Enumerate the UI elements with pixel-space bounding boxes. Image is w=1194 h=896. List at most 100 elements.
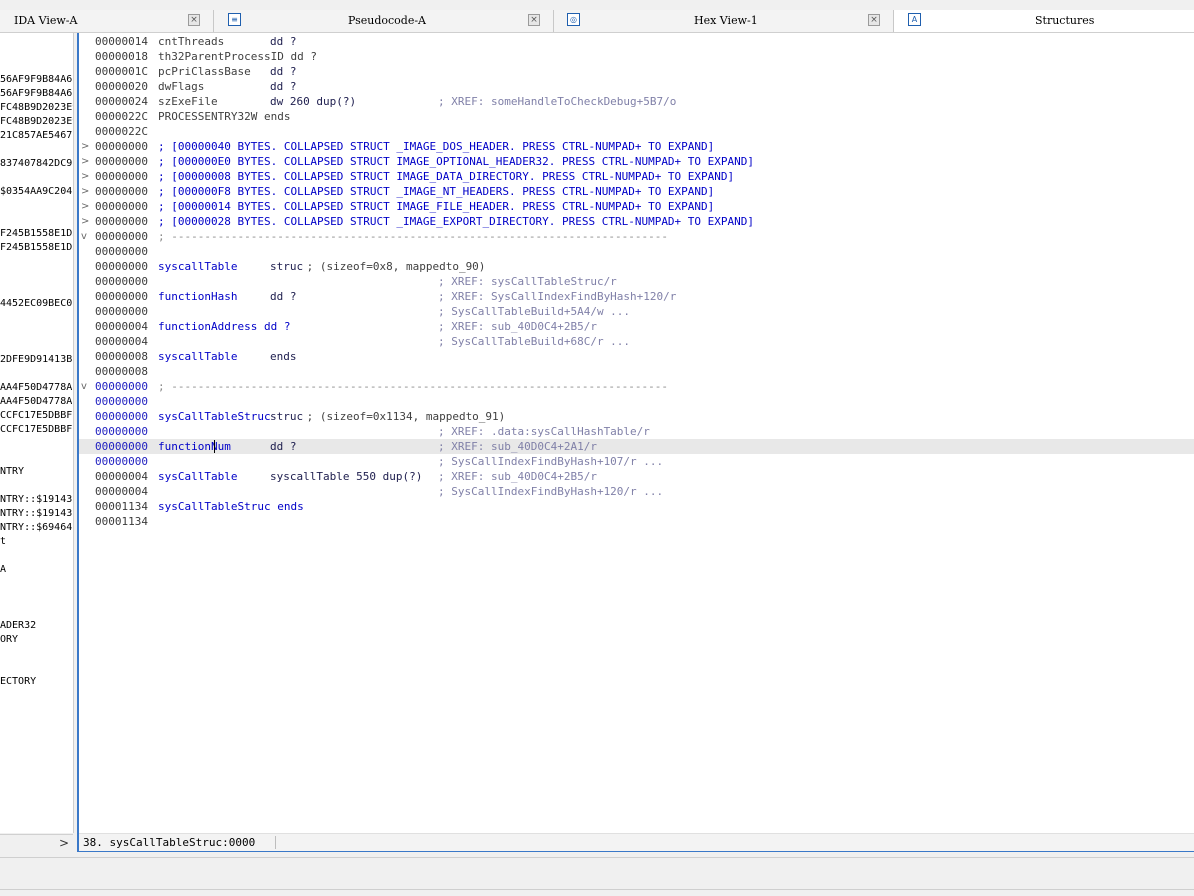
- listing-line[interactable]: 00000000 sysCallTableStruc struc ; (sizeof…: [79, 409, 1194, 424]
- member-name[interactable]: sysCallTable: [158, 469, 237, 484]
- listing-line[interactable]: >00000000 ; [00000040 BYTES. COLLAPSED ST…: [79, 139, 1194, 154]
- expand-icon[interactable]: >: [81, 154, 93, 169]
- listing-line[interactable]: 00000018 th32ParentProcessID dd ?: [79, 49, 1194, 64]
- listing-line[interactable]: 0000022C PROCESSENTRY32W ends: [79, 109, 1194, 124]
- listing-line[interactable]: >00000000 ; [00000014 BYTES. COLLAPSED ST…: [79, 199, 1194, 214]
- line-address: 00000000: [95, 290, 148, 303]
- expand-icon[interactable]: >: [81, 169, 93, 184]
- line-address: 00000008: [95, 365, 148, 378]
- member-name[interactable]: syscallTable: [158, 259, 237, 274]
- member-name[interactable]: szExeFile: [158, 94, 218, 109]
- collapsed-struct[interactable]: ; [00000040 BYTES. COLLAPSED STRUCT _IMA…: [158, 139, 714, 154]
- xref-comment[interactable]: ; XREF: sub_40D0C4+2A1/r: [438, 439, 597, 454]
- member-name[interactable]: th32ParentProcessID dd ?: [158, 49, 317, 64]
- member-type: dd ?: [270, 440, 297, 453]
- collapsed-struct[interactable]: ; [000000E0 BYTES. COLLAPSED STRUCT IMAG…: [158, 154, 754, 169]
- collapse-icon[interactable]: v: [81, 229, 93, 244]
- member-name[interactable]: cntThreads: [158, 34, 224, 49]
- expand-icon[interactable]: >: [81, 139, 93, 154]
- listing-line[interactable]: 00000004 ; SysCallTableBuild+68C/r ...: [79, 334, 1194, 349]
- xref-comment[interactable]: ; SysCallTableBuild+68C/r ...: [438, 334, 630, 349]
- xref-comment[interactable]: ; XREF: .data:sysCallHashTable/r: [438, 424, 650, 439]
- scroll-right-icon[interactable]: >: [59, 836, 69, 850]
- line-address: 00000000: [95, 410, 148, 423]
- listing-line[interactable]: 00000008: [79, 364, 1194, 379]
- listing-line[interactable]: 00000000 ; SysCallTableBuild+5A4/w ...: [79, 304, 1194, 319]
- member-name[interactable]: functionNum: [158, 439, 231, 454]
- listing-line[interactable]: >00000000 ; [000000E0 BYTES. COLLAPSED ST…: [79, 154, 1194, 169]
- line-address: 00000004: [95, 485, 148, 498]
- listing-line[interactable]: 00000024 szExeFile dw 260 dup(?) ; XREF: so…: [79, 94, 1194, 109]
- structures-status-bar: 38. sysCallTableStruc:0000: [79, 833, 1194, 851]
- listing-line[interactable]: 00000000 functionHash dd ? ; XREF: SysCallI…: [79, 289, 1194, 304]
- listing-line[interactable]: 00000004 functionAddress dd ? ; XREF: sub_…: [79, 319, 1194, 334]
- line-address: 0000001C: [95, 65, 148, 78]
- listing-line[interactable]: 00000000 syscallTable struc ; (sizeof=0x8,…: [79, 259, 1194, 274]
- line-address: 00000008: [95, 350, 148, 363]
- listing-line[interactable]: 00000020 dwFlags dd ?: [79, 79, 1194, 94]
- close-icon[interactable]: ×: [188, 14, 200, 26]
- listing-line[interactable]: 00000004 sysCallTable syscallTable 550 dup…: [79, 469, 1194, 484]
- expand-icon[interactable]: >: [81, 199, 93, 214]
- expand-icon[interactable]: >: [81, 214, 93, 229]
- member-name[interactable]: sysCallTableStruc ends: [158, 499, 304, 514]
- listing-line[interactable]: 00000000 ; XREF: .data:sysCallHashTable/r: [79, 424, 1194, 439]
- listing-line[interactable]: >00000000 ; [000000F8 BYTES. COLLAPSED ST…: [79, 184, 1194, 199]
- line-address: 00001134: [95, 500, 148, 513]
- xref-comment[interactable]: ; SysCallIndexFindByHash+107/r ...: [438, 454, 663, 469]
- listing-line[interactable]: 00000000: [79, 244, 1194, 259]
- listing-line[interactable]: >00000000 ; [00000008 BYTES. COLLAPSED ST…: [79, 169, 1194, 184]
- member-name[interactable]: pcPriClassBase: [158, 64, 251, 79]
- collapse-icon[interactable]: v: [81, 379, 93, 394]
- close-icon[interactable]: ×: [528, 14, 540, 26]
- collapsed-struct[interactable]: ; [00000008 BYTES. COLLAPSED STRUCT IMAG…: [158, 169, 734, 184]
- pseudocode-icon: ≡: [228, 13, 241, 26]
- line-address: 00000000: [95, 395, 148, 408]
- listing-line[interactable]: 00000000: [79, 394, 1194, 409]
- member-name[interactable]: dwFlags: [158, 79, 204, 94]
- member-type: struc: [270, 260, 304, 273]
- member-name[interactable]: syscallTable: [158, 349, 237, 364]
- line-address: 00000000: [95, 455, 148, 468]
- xref-comment[interactable]: ; XREF: sysCallTableStruc/r: [438, 274, 617, 289]
- line-address: 00000000: [95, 185, 148, 198]
- tab-hex-view-1[interactable]: ◎ Hex View-1 ×: [554, 10, 894, 32]
- expand-icon[interactable]: >: [81, 184, 93, 199]
- listing-line[interactable]: 00000004 ; SysCallIndexFindByHash+120/r .…: [79, 484, 1194, 499]
- listing-line[interactable]: >00000000 ; [00000028 BYTES. COLLAPSED ST…: [79, 214, 1194, 229]
- tab-pseudocode-a[interactable]: ≡ Pseudocode-A ×: [214, 10, 554, 32]
- xref-comment[interactable]: ; XREF: SysCallIndexFindByHash+120/r: [438, 289, 676, 304]
- xref-comment[interactable]: ; XREF: sub_40D0C4+2B5/r: [438, 469, 597, 484]
- xref-comment[interactable]: ; XREF: someHandleToCheckDebug+5B7/o: [438, 94, 676, 109]
- listing-line[interactable]: 00000000 functionNum dd ? ; XREF: sub_40D0C…: [79, 439, 1194, 454]
- listing-line[interactable]: 00000000 ; SysCallIndexFindByHash+107/r .…: [79, 454, 1194, 469]
- tab-ida-view-a[interactable]: IDA View-A ×: [0, 10, 214, 32]
- listing-line[interactable]: 0000022C: [79, 124, 1194, 139]
- line-address: 0000022C: [95, 110, 148, 123]
- listing-line[interactable]: v 00000000 ; -----------------------------…: [79, 229, 1194, 244]
- close-icon[interactable]: ×: [868, 14, 880, 26]
- listing-line[interactable]: 0000001C pcPriClassBase dd ?: [79, 64, 1194, 79]
- member-name[interactable]: functionAddress dd ?: [158, 319, 290, 334]
- collapsed-struct[interactable]: ; [000000F8 BYTES. COLLAPSED STRUCT _IMA…: [158, 184, 714, 199]
- member-name[interactable]: PROCESSENTRY32W ends: [158, 109, 290, 124]
- collapsed-struct[interactable]: ; [00000014 BYTES. COLLAPSED STRUCT IMAG…: [158, 199, 714, 214]
- member-name[interactable]: sysCallTableStruc: [158, 409, 271, 424]
- xref-comment[interactable]: ; XREF: sub_40D0C4+2B5/r: [438, 319, 597, 334]
- listing-line[interactable]: v 00000000 ; -----------------------------…: [79, 379, 1194, 394]
- listing-line[interactable]: 00001134 sysCallTableStruc ends: [79, 499, 1194, 514]
- ida-view-pane[interactable]: 56AF9F9B84A6 56AF9F9B84A6 FC48B9D2023E9 …: [0, 33, 74, 833]
- structures-view[interactable]: 00000014 cntThreads dd ? 00000018 th32Parent…: [77, 33, 1194, 852]
- xref-comment[interactable]: ; SysCallTableBuild+5A4/w ...: [438, 304, 630, 319]
- horizontal-scrollbar[interactable]: >: [0, 834, 73, 852]
- listing-line[interactable]: 00000000 ; XREF: sysCallTableStruc/r: [79, 274, 1194, 289]
- listing-line[interactable]: 00000014 cntThreads dd ?: [79, 34, 1194, 49]
- listing-line[interactable]: 00001134: [79, 514, 1194, 529]
- listing-line[interactable]: 00000008 syscallTable ends: [79, 349, 1194, 364]
- collapsed-struct[interactable]: ; [00000028 BYTES. COLLAPSED STRUCT _IMA…: [158, 214, 754, 229]
- line-address: 00000024: [95, 95, 148, 108]
- tab-structures[interactable]: A Structures: [894, 10, 1194, 32]
- tab-label: Structures: [1035, 14, 1095, 27]
- xref-comment[interactable]: ; SysCallIndexFindByHash+120/r ...: [438, 484, 663, 499]
- member-name[interactable]: functionHash: [158, 289, 237, 304]
